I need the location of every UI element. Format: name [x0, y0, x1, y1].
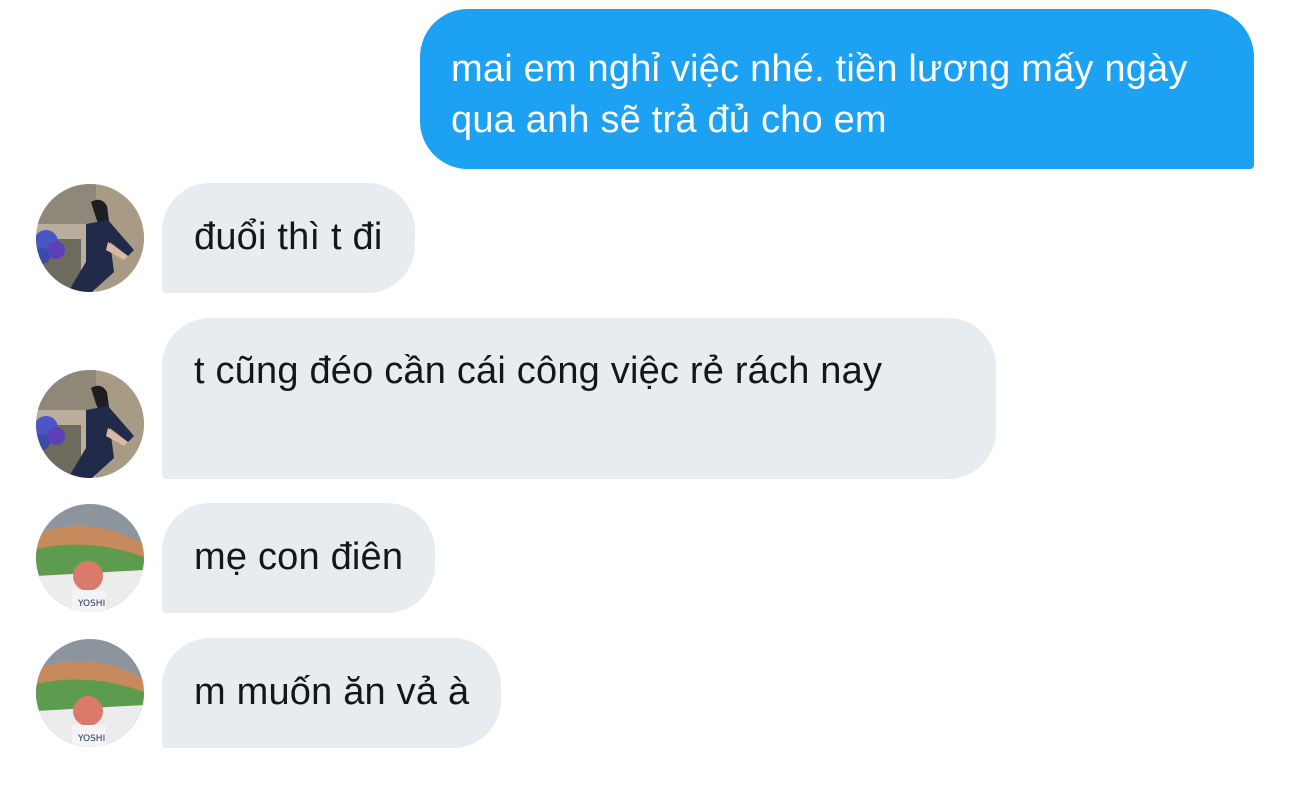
received-message-bubble[interactable]: t cũng đéo cần cái công việc rẻ rách nay [162, 318, 996, 479]
received-message-bubble[interactable]: m muốn ăn vả à [162, 638, 502, 748]
received-message-text: t cũng đéo cần cái công việc rẻ rách nay [194, 350, 883, 392]
avatar[interactable] [36, 370, 144, 478]
woman-in-navy-dress-photo [36, 184, 144, 292]
avatar[interactable] [36, 184, 144, 292]
woman-in-navy-dress-photo [36, 370, 144, 478]
received-message-text: m muốn ăn vả à [194, 671, 470, 713]
avatar[interactable]: YOSHI [36, 639, 144, 747]
received-message-bubble[interactable]: đuổi thì t đi [162, 183, 415, 293]
jersey-text: YOSHI [77, 734, 105, 744]
stadium-fan-photo: YOSHI [36, 504, 144, 612]
stadium-fan-photo: YOSHI [36, 639, 144, 747]
sent-message-text: mai em nghỉ việc nhé. tiền lương mấy ngà… [451, 48, 1188, 141]
received-message-bubble[interactable]: mẹ con điên [162, 503, 436, 613]
received-message-text: mẹ con điên [194, 536, 404, 578]
jersey-text: YOSHI [77, 599, 105, 609]
received-message-text: đuổi thì t đi [194, 216, 383, 258]
avatar[interactable]: YOSHI [36, 504, 144, 612]
sent-message-bubble[interactable]: mai em nghỉ việc nhé. tiền lương mấy ngà… [420, 9, 1254, 169]
